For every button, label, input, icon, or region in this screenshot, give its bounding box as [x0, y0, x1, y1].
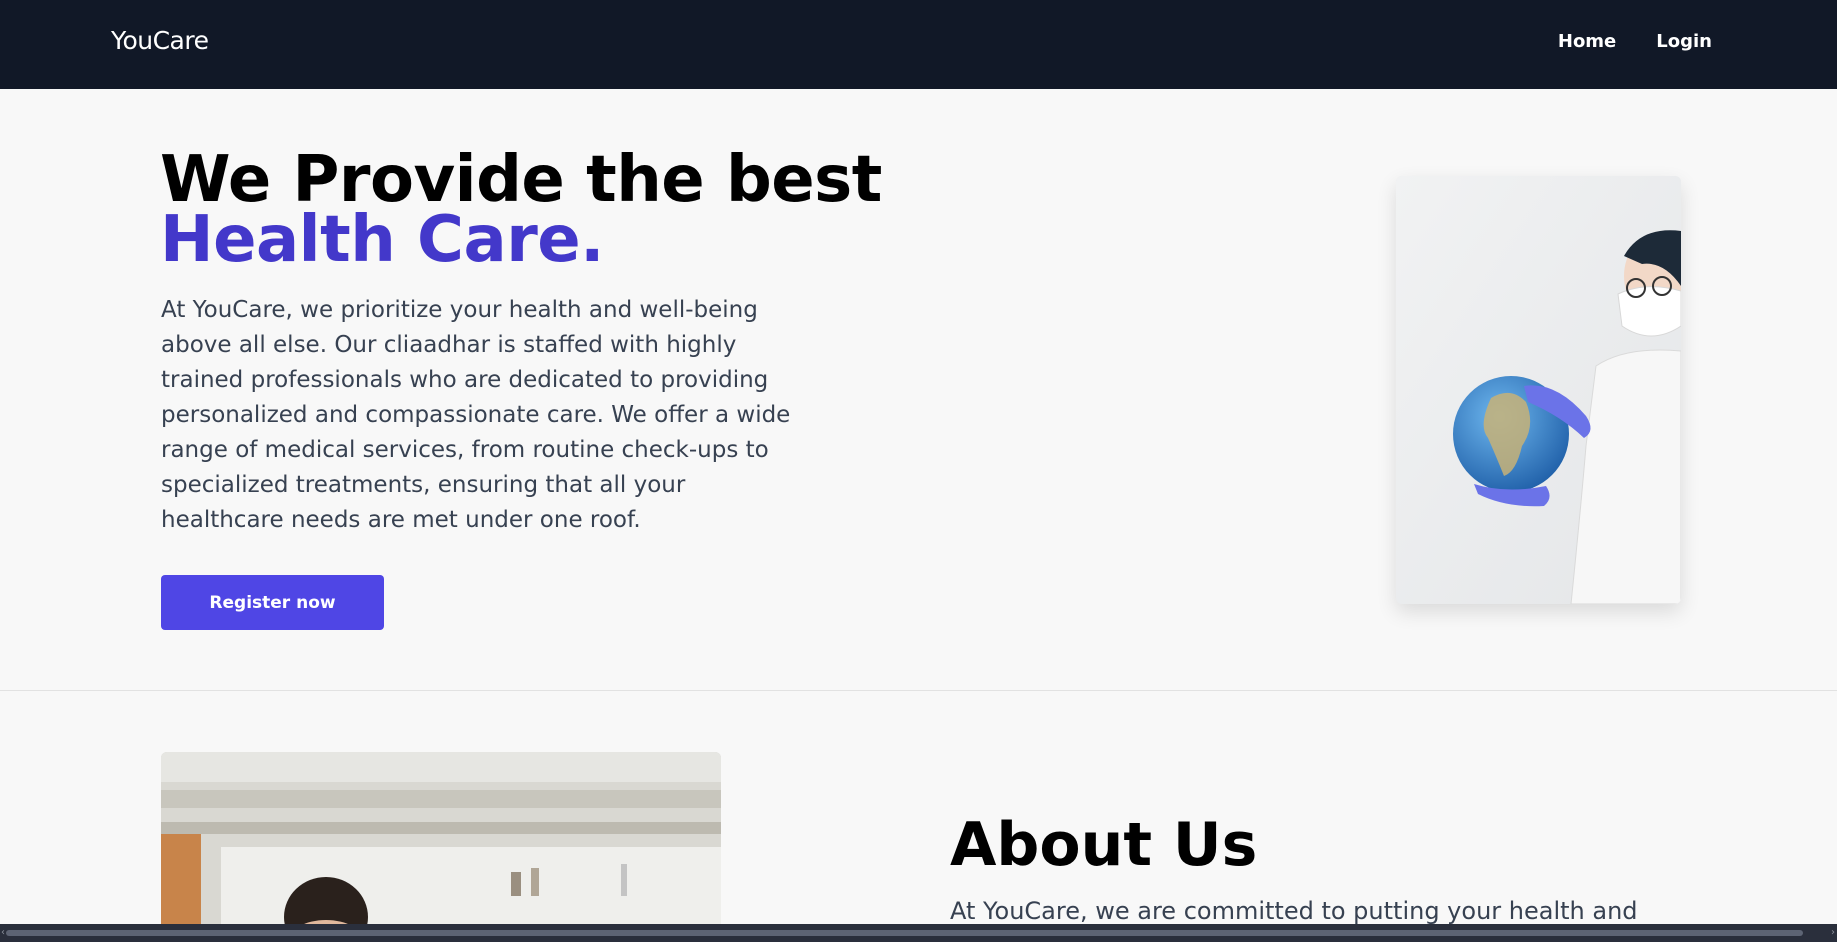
nav-link-login[interactable]: Login: [1656, 31, 1712, 52]
about-lab-image: [161, 752, 721, 942]
horizontal-scrollbar[interactable]: ‹ ›: [0, 924, 1837, 942]
register-now-button[interactable]: Register now: [161, 575, 384, 630]
scroll-left-arrow-icon[interactable]: ‹: [1, 927, 5, 938]
scrollbar-thumb[interactable]: [6, 930, 1803, 936]
hero-doctor-globe-image: [1396, 176, 1681, 604]
brand-logo-link[interactable]: YouCare: [111, 26, 209, 55]
hero-title: We Provide the best Health Care.: [160, 148, 882, 277]
hero-description: At YouCare, we prioritize your health an…: [161, 297, 791, 533]
scroll-right-arrow-icon[interactable]: ›: [1831, 927, 1835, 938]
section-divider: [0, 690, 1837, 691]
about-us-description: At YouCare, we are committed to putting …: [950, 897, 1638, 925]
about-us-title: About Us: [950, 810, 1258, 880]
top-navbar: YouCare Home Login: [0, 0, 1837, 89]
nav-links: Home Login: [1558, 31, 1712, 52]
hero-title-accent: Health Care.: [160, 203, 604, 277]
nav-link-home[interactable]: Home: [1558, 31, 1616, 52]
